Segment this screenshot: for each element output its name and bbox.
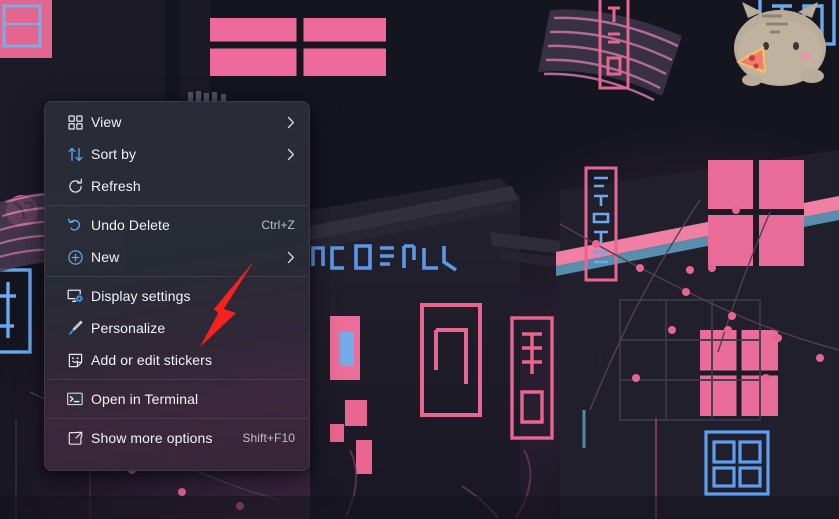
paintbrush-icon — [59, 312, 91, 344]
menu-separator-4 — [46, 418, 308, 419]
undo-icon — [59, 209, 91, 241]
menu-separator-2 — [46, 276, 308, 277]
desktop-screen: View Sort by Refresh Undo Delete Ctrl+Z … — [0, 0, 839, 519]
pusheen-cat — [734, 2, 826, 86]
menu-separator-1 — [46, 205, 308, 206]
menu-item-personalize[interactable]: Personalize — [49, 312, 305, 344]
grid-view-icon — [59, 106, 91, 138]
terminal-icon — [59, 383, 91, 415]
refresh-icon — [59, 170, 91, 202]
expand-options-icon — [59, 422, 91, 454]
menu-item-sort-by[interactable]: Sort by — [49, 138, 305, 170]
menu-item-show-more-options[interactable]: Show more options Shift+F10 — [49, 422, 305, 454]
sort-arrows-icon — [59, 138, 91, 170]
menu-item-label: Display settings — [91, 287, 191, 304]
menu-item-label: New — [91, 248, 120, 265]
menu-item-label: Sort by — [91, 145, 137, 162]
chevron-right-icon — [281, 251, 301, 264]
menu-item-refresh[interactable]: Refresh — [49, 170, 305, 202]
menu-item-display-settings[interactable]: Display settings — [49, 280, 305, 312]
chevron-right-icon — [281, 148, 301, 161]
plus-circle-icon — [59, 241, 91, 273]
menu-item-label: Show more options — [91, 429, 213, 446]
sticker-icon — [59, 344, 91, 376]
menu-item-label: Personalize — [91, 319, 166, 336]
menu-separator-3 — [46, 379, 308, 380]
menu-item-undo-delete[interactable]: Undo Delete Ctrl+Z — [49, 209, 305, 241]
menu-item-open-in-terminal[interactable]: Open in Terminal — [49, 383, 305, 415]
menu-item-label: Add or edit stickers — [91, 351, 213, 368]
menu-item-label: Refresh — [91, 177, 141, 194]
desktop-context-menu[interactable]: View Sort by Refresh Undo Delete Ctrl+Z … — [44, 101, 310, 471]
menu-item-view[interactable]: View — [49, 106, 305, 138]
menu-item-label: View — [91, 113, 122, 130]
chevron-right-icon — [281, 116, 301, 129]
menu-item-new[interactable]: New — [49, 241, 305, 273]
menu-item-label: Open in Terminal — [91, 390, 199, 407]
menu-item-add-or-edit-stickers[interactable]: Add or edit stickers — [49, 344, 305, 376]
menu-item-accelerator: Shift+F10 — [242, 431, 295, 445]
menu-item-label: Undo Delete — [91, 216, 170, 233]
menu-item-accelerator: Ctrl+Z — [261, 218, 295, 232]
monitor-settings-icon — [59, 280, 91, 312]
